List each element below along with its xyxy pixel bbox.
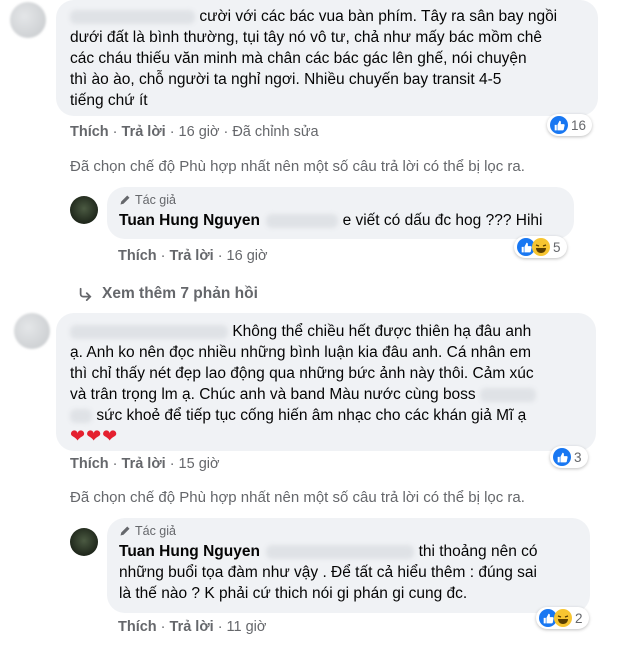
reaction-summary[interactable]: 5 <box>514 236 567 258</box>
author-name[interactable]: Tuan Hung Nguyen <box>119 212 260 229</box>
pencil-icon <box>120 526 130 536</box>
reply-actions: Thích · Trả lời · 16 giờ <box>118 248 268 264</box>
like-link[interactable]: Thích <box>70 124 109 140</box>
redacted-name <box>70 324 228 339</box>
reply-text: e viết có dấu đc hog ??? Hihi <box>342 212 543 229</box>
reaction-summary[interactable]: 2 <box>536 607 589 629</box>
reply-bubble: Tác giả Tuan Hung Nguyen thi thoảng nên … <box>107 518 590 613</box>
like-link[interactable]: Thích <box>118 248 157 264</box>
comment-text-line: sức khoẻ để tiếp tục cống hiến âm nhạc c… <box>96 407 527 424</box>
timestamp[interactable]: 16 giờ <box>227 248 268 264</box>
reaction-count: 16 <box>571 117 587 133</box>
redacted-name <box>480 387 536 402</box>
filter-note: Đã chọn chế độ Phù hợp nhất nên một số c… <box>70 158 525 175</box>
like-link[interactable]: Thích <box>70 456 109 472</box>
redacted-name <box>266 544 415 559</box>
reply-text-line: thi thoảng nên có <box>418 543 538 560</box>
reaction-count: 3 <box>574 449 582 465</box>
redacted-name <box>70 9 195 24</box>
timestamp[interactable]: 16 giờ <box>179 124 220 140</box>
comment-text-line: thì ào ào, chỗ người ta nghỉ ngơi. Nhiều… <box>70 71 502 88</box>
comment-text-line: tiếng chứ ít <box>70 92 148 109</box>
reaction-count: 2 <box>575 610 583 626</box>
reply-link[interactable]: Trả lời <box>170 619 214 635</box>
see-more-replies-button[interactable]: Xem thêm 7 phản hồi <box>78 285 258 303</box>
comment-bubble: Không thể chiều hết được thiên hạ đâu an… <box>56 313 596 451</box>
like-link[interactable]: Thích <box>118 619 157 635</box>
redacted-name <box>266 213 339 228</box>
filter-note: Đã chọn chế độ Phù hợp nhất nên một số c… <box>70 489 525 506</box>
reaction-summary[interactable]: 3 <box>550 446 588 468</box>
heart-emojis: ❤❤❤ <box>70 426 119 446</box>
comment-actions: Thích · Trả lời · 16 giờ · Đã chỉnh sửa <box>70 124 319 140</box>
comment-text-line: cười với các bác vua bàn phím. Tây ra sâ… <box>199 8 558 25</box>
reply-arrow-icon <box>79 287 92 301</box>
comment-text-line: dưới đất là bình thường, tụi tây nó vô t… <box>70 29 542 46</box>
reply-link[interactable]: Trả lời <box>170 248 214 264</box>
timestamp[interactable]: 15 giờ <box>179 456 220 472</box>
reply-bubble: Tác giả Tuan Hung Nguyen e viết có dấu đ… <box>107 187 574 239</box>
comment-text-line: các cháu thiếu văn minh mà chân các bác … <box>70 50 527 67</box>
pencil-icon <box>120 195 130 205</box>
comment-text-line: thì chỉ thấy nét đẹp lao động qua những … <box>70 365 534 382</box>
reply-link[interactable]: Trả lời <box>122 456 166 472</box>
reply-text-line: là thế nào ? K phải cứ thich nói gi phán… <box>119 585 468 602</box>
reply-actions: Thích · Trả lời · 11 giờ <box>118 619 267 635</box>
redacted-name <box>70 408 92 423</box>
reaction-summary[interactable]: 16 <box>547 114 593 136</box>
reply-text-line: những buổi tọa đàm như vậy . Để tất cả h… <box>119 564 537 581</box>
reply-link[interactable]: Trả lời <box>122 124 166 140</box>
timestamp[interactable]: 11 giờ <box>227 619 267 635</box>
comment-text-line: Không thể chiều hết được thiên hạ đâu an… <box>232 323 532 340</box>
like-reaction-icon <box>550 116 568 134</box>
author-name[interactable]: Tuan Hung Nguyen <box>119 543 260 560</box>
comment-bubble: cười với các bác vua bàn phím. Tây ra sâ… <box>56 0 598 116</box>
haha-reaction-icon <box>532 238 550 256</box>
comment-text-line: và trân trọng lm ạ. Chúc anh và band Màu… <box>70 386 476 403</box>
commenter-avatar[interactable] <box>10 2 46 38</box>
author-avatar[interactable] <box>70 528 98 556</box>
author-tag: Tác giả <box>135 524 176 538</box>
see-more-label: Xem thêm 7 phản hồi <box>102 285 258 302</box>
haha-reaction-icon <box>554 609 572 627</box>
author-avatar[interactable] <box>70 196 98 224</box>
comment-text-line: ạ. Anh ko nên đọc nhiều những bình luận … <box>70 344 532 361</box>
like-reaction-icon <box>553 448 571 466</box>
author-tag: Tác giả <box>135 193 176 207</box>
reaction-count: 5 <box>553 239 561 255</box>
comment-actions: Thích · Trả lời · 15 giờ <box>70 456 220 472</box>
edited-label: Đã chỉnh sửa <box>232 124 319 140</box>
commenter-avatar[interactable] <box>14 313 50 349</box>
